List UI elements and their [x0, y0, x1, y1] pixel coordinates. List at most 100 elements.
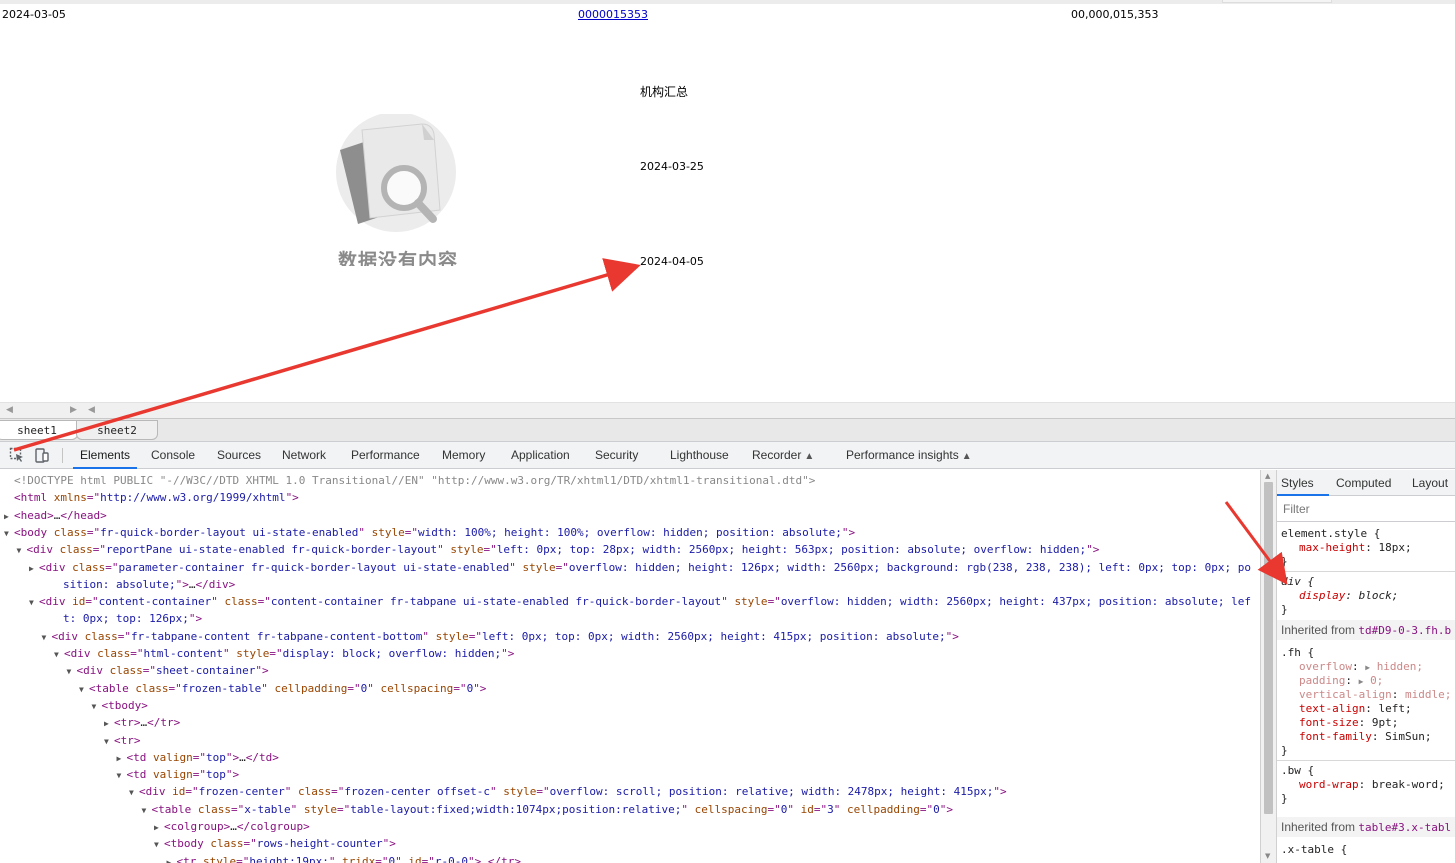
dom-node-line[interactable]: ▼ <table class="frozen-table" cellpadding…	[79, 680, 486, 697]
dom-node-line[interactable]: ▼ <td valign="top">	[117, 766, 240, 783]
tab-performance-insights[interactable]: Performance insights ▲	[846, 442, 972, 469]
expand-triangle-icon[interactable]: ▶	[154, 819, 164, 836]
elements-scrollbar[interactable]: ▲ ▼	[1260, 470, 1277, 863]
dom-node-line[interactable]: ▼ <tbody class="rows-height-counter">	[154, 835, 396, 852]
css-declaration[interactable]: font-family: SimSun;	[1299, 730, 1431, 744]
tab-memory[interactable]: Memory	[442, 442, 485, 469]
dom-node-line[interactable]: ▼ <div class="fr-tabpane-content fr-tabpa…	[42, 628, 959, 645]
scroll-down-icon[interactable]: ▼	[1265, 852, 1270, 860]
inspect-element-icon[interactable]	[9, 447, 25, 463]
dom-token: r-0-0	[434, 854, 468, 863]
tab-application[interactable]: Application	[511, 442, 570, 469]
scroll-right-icon[interactable]: ▶	[70, 405, 77, 415]
collapse-triangle-icon[interactable]: ▼	[117, 767, 127, 784]
tab-performance[interactable]: Performance	[351, 442, 420, 469]
sheet-tab-sheet1[interactable]: sheet1	[0, 420, 78, 440]
inherited-selector[interactable]: table#3.x-tabl	[1358, 821, 1451, 834]
dom-node-line[interactable]: ▼ <div class="html-content" style="displa…	[54, 645, 514, 662]
dom-node-line[interactable]: ▶ <head>…</head>	[4, 507, 107, 524]
css-declaration[interactable]: display: block;	[1299, 589, 1398, 603]
tab-recorder[interactable]: Recorder ▲	[752, 442, 814, 469]
dom-node-line[interactable]: ▶ <div class="parameter-container fr-quic…	[29, 559, 1251, 576]
css-value: 9pt;	[1371, 716, 1399, 729]
dom-token: "	[284, 785, 298, 799]
dom-node-line[interactable]: <!DOCTYPE html PUBLIC "-//W3C//DTD XHTML…	[14, 472, 815, 489]
collapse-triangle-icon[interactable]: ▼	[4, 525, 14, 542]
tab-lighthouse-label: Lighthouse	[670, 448, 729, 462]
collapse-triangle-icon[interactable]: ▼	[92, 698, 102, 715]
expand-triangle-icon[interactable]: ▶	[117, 750, 127, 767]
scroll-up-icon[interactable]: ▲	[1265, 472, 1270, 480]
dom-node-line[interactable]: ▶ <td valign="top">…</td>	[117, 749, 279, 766]
collapse-triangle-icon[interactable]: ▼	[17, 542, 27, 559]
dom-node-line[interactable]: ▼ <div id="frozen-center" class="frozen-c…	[129, 783, 1007, 800]
css-declaration[interactable]: word-wrap: break-word;	[1299, 778, 1445, 792]
elements-tree[interactable]: <!DOCTYPE html PUBLIC "-//W3C//DTD XHTML…	[0, 470, 1260, 863]
css-declaration[interactable]: padding: ▶ 0;	[1299, 674, 1383, 688]
expand-triangle-icon[interactable]: ▶	[167, 854, 177, 863]
scrollbar-thumb[interactable]	[1264, 482, 1273, 814]
dom-token: <tr>	[114, 716, 141, 730]
tab-computed[interactable]: Computed	[1336, 470, 1391, 496]
dom-token: ">	[945, 629, 959, 643]
dom-node-line[interactable]: ▼ <div class="reportPane ui-state-enabled…	[17, 541, 1100, 558]
dom-token: ="	[230, 802, 245, 816]
collapse-triangle-icon[interactable]: ▼	[42, 629, 52, 646]
tab-styles[interactable]: Styles	[1277, 470, 1329, 496]
dom-node-line[interactable]: ▶ <tr>…</tr>	[104, 714, 180, 731]
dom-node-line[interactable]: ▶ <tr style="height:19px;" tridx="0" id="…	[167, 853, 521, 863]
expand-triangle-icon[interactable]: ▶	[104, 715, 114, 732]
collapse-triangle-icon[interactable]: ▼	[104, 733, 114, 750]
css-property: padding	[1299, 674, 1346, 687]
tab-elements[interactable]: Elements	[73, 442, 138, 469]
scroll-left-icon[interactable]: ◀	[6, 405, 13, 415]
css-declaration[interactable]: text-align: left;	[1299, 702, 1412, 716]
dom-token: ="	[130, 647, 144, 660]
dom-token: ">	[225, 750, 240, 764]
dom-node-line[interactable]: ▼ <tr>	[104, 732, 141, 749]
css-declaration[interactable]: max-height: 18px;	[1299, 541, 1412, 555]
tab-sources[interactable]: Sources	[217, 442, 261, 469]
collapse-triangle-icon[interactable]: ▼	[79, 681, 89, 698]
css-declaration[interactable]: font-size: 9pt;	[1299, 716, 1398, 730]
scroll-left-icon[interactable]: ◀	[88, 405, 95, 415]
expand-triangle-icon[interactable]: ▶	[29, 560, 39, 577]
dom-token: sition: absolute;	[63, 577, 176, 591]
tab-console[interactable]: Console	[151, 442, 195, 469]
collapse-triangle-icon[interactable]: ▼	[129, 784, 139, 801]
tab-security[interactable]: Security	[595, 442, 638, 469]
collapse-triangle-icon[interactable]: ▼	[154, 836, 164, 853]
sheet-tab-sheet2[interactable]: sheet2	[76, 420, 158, 440]
inherited-selector[interactable]: td#D9-0-3.fh.b	[1358, 624, 1451, 637]
dom-token: ="	[142, 664, 156, 678]
dom-node-line[interactable]: <html xmlns="http://www.w3.org/1999/xhtm…	[14, 489, 299, 506]
cell-id-link[interactable]: 0000015353	[578, 8, 648, 21]
dom-node-line[interactable]: ▼ <tbody>	[92, 697, 148, 714]
collapse-triangle-icon[interactable]: ▼	[54, 646, 64, 663]
dom-token: class	[210, 837, 244, 851]
dom-node-line[interactable]: t: 0px; top: 126px;">	[63, 610, 202, 627]
device-toolbar-icon[interactable]	[34, 447, 50, 463]
styles-filter-input[interactable]: Filter	[1277, 496, 1455, 522]
dom-node-line[interactable]: sition: absolute;">…</div>	[63, 576, 235, 593]
tab-network[interactable]: Network	[282, 442, 326, 469]
collapse-triangle-icon[interactable]: ▼	[29, 594, 39, 611]
expand-icon[interactable]: ▶	[1365, 663, 1370, 672]
css-declaration[interactable]: vertical-align: middle;	[1299, 688, 1451, 702]
expand-triangle-icon[interactable]: ▶	[4, 508, 14, 525]
dom-node-line[interactable]: ▼ <table class="x-table" style="table-lay…	[142, 801, 953, 818]
dom-token: ="	[347, 681, 361, 695]
styles-pane: Styles Computed Layout Filter element.st…	[1277, 470, 1455, 863]
collapse-triangle-icon[interactable]: ▼	[142, 802, 152, 819]
expand-icon[interactable]: ▶	[1359, 677, 1364, 686]
collapse-triangle-icon[interactable]: ▼	[67, 663, 77, 680]
tab-layout[interactable]: Layout	[1412, 470, 1448, 496]
dom-node-line[interactable]: ▶ <colgroup>…</colgroup>	[154, 818, 310, 835]
dom-node-line[interactable]: ▼ <body class="fr-quick-border-layout ui-…	[4, 524, 855, 541]
tab-lighthouse[interactable]: Lighthouse	[670, 442, 729, 469]
horizontal-scrollbar[interactable]: ◀ ▶ ◀	[0, 402, 1455, 418]
dom-node-line[interactable]: ▼ <div class="sheet-container">	[67, 662, 269, 679]
dom-node-line[interactable]: ▼ <div id="content-container" class="cont…	[29, 593, 1251, 610]
tab-computed-label: Computed	[1336, 476, 1392, 490]
css-declaration[interactable]: overflow: ▶ hidden;	[1299, 660, 1423, 674]
